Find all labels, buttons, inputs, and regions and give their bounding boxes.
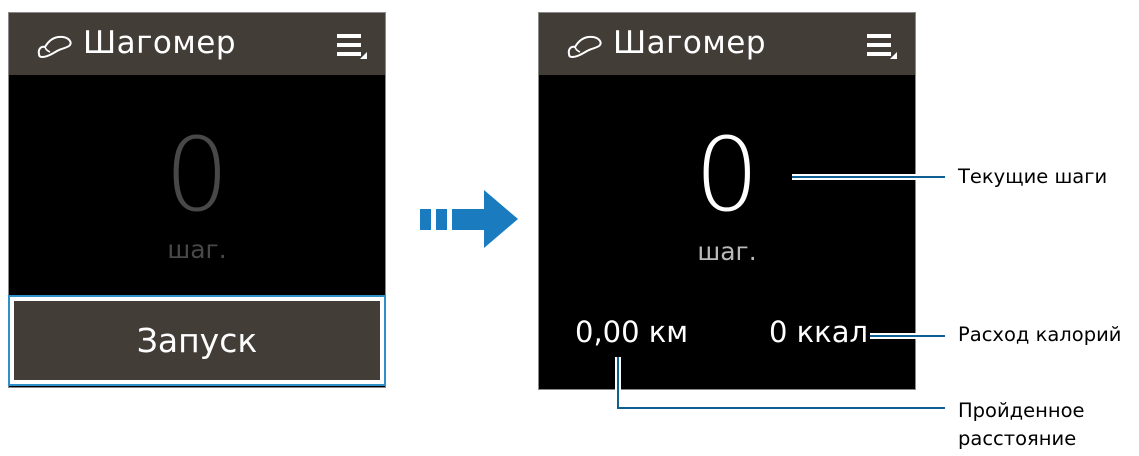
- step-unit: шаг.: [697, 237, 757, 266]
- menu-icon[interactable]: [867, 32, 897, 60]
- callout-distance: Пройденное расстояние: [958, 397, 1128, 453]
- start-button[interactable]: Запуск: [14, 301, 380, 380]
- calories-value: 0 ккал: [769, 315, 869, 349]
- callout-distance-line1: Пройденное: [958, 399, 1085, 422]
- app-title: Шагомер: [83, 25, 237, 61]
- callout-distance-line2: расстояние: [958, 427, 1077, 450]
- step-count: 0: [694, 116, 760, 235]
- step-unit: шаг.: [167, 235, 227, 264]
- start-button-highlight: Запуск: [8, 295, 386, 386]
- app-header: Шагомер: [9, 13, 385, 75]
- callout-calories: Расход калорий: [958, 323, 1122, 346]
- shoe-icon: [567, 35, 602, 59]
- app-header: Шагомер: [539, 13, 915, 75]
- app-title: Шагомер: [613, 25, 767, 61]
- distance-value: 0,00 км: [575, 315, 689, 349]
- menu-icon[interactable]: [337, 32, 367, 60]
- callout-current-steps: Текущие шаги: [958, 165, 1108, 188]
- step-count: 0: [164, 116, 230, 235]
- shoe-icon: [37, 35, 72, 59]
- pedometer-screen-active: Шагомер 0 шаг. 0,00 км 0 ккал: [538, 12, 916, 390]
- transition-arrow-icon: [420, 190, 518, 248]
